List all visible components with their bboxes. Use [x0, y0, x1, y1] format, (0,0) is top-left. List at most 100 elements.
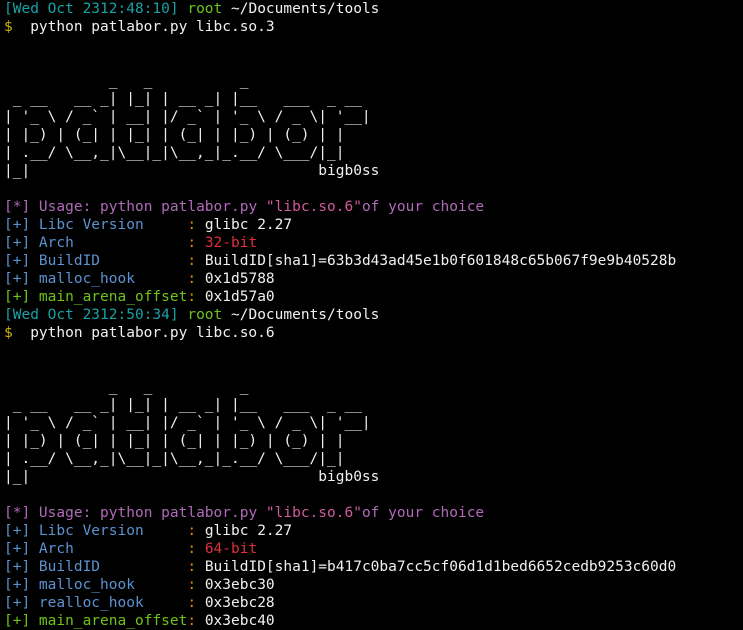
prompt-timestamp: [Wed Oct 2312:50:34]: [4, 307, 179, 323]
prompt-path: ~/Documents/tools: [231, 307, 380, 323]
prompt-sign: $: [4, 325, 13, 341]
ascii-banner-line: | '_ \ / _` | __| |/ _` | '_ \ / _ \| '_…: [4, 108, 739, 126]
info-line: [+] BuildID : BuildID[sha1]=63b3d43ad45e…: [4, 252, 739, 270]
info-line: [+] Libc Version : glibc 2.27: [4, 216, 739, 234]
info-value: BuildID[sha1]=63b3d43ad45e1b0f601848c65b…: [204, 253, 677, 269]
prompt-line: [Wed Oct 2312:48:10] root ~/Documents/to…: [4, 0, 739, 18]
info-value: 0x1d5788: [204, 271, 275, 287]
info-value: 0x3ebc30: [204, 577, 275, 593]
info-tag: [+]: [4, 253, 31, 269]
info-colon: :: [187, 577, 205, 593]
ascii-banner-line: |_| bigb0ss: [4, 162, 739, 180]
info-label: Arch: [30, 541, 188, 557]
info-line: [+] Arch : 32-bit: [4, 234, 739, 252]
banner-text: |_| bigb0ss: [4, 469, 380, 485]
usage-line: [*] Usage: python patlabor.py "libc.so.6…: [4, 504, 739, 522]
info-colon: :: [187, 559, 205, 575]
prompt-line: [Wed Oct 2312:50:34] root ~/Documents/to…: [4, 306, 739, 324]
info-colon: :: [187, 253, 205, 269]
banner-text: _ __ __ _| |_| | __ _| |__ ___ _ __: [4, 91, 362, 107]
banner-text: | '_ \ / _` | __| |/ _` | '_ \ / _ \| '_…: [4, 415, 371, 431]
info-colon: :: [187, 523, 205, 539]
info-value: BuildID[sha1]=b417c0ba7cc5cf06d1d1bed665…: [204, 559, 677, 575]
usage-tail: of your choice: [361, 199, 485, 215]
info-label: BuildID: [30, 253, 188, 269]
ascii-banner-line: | '_ \ / _` | __| |/ _` | '_ \ / _ \| '_…: [4, 414, 739, 432]
info-value: glibc 2.27: [204, 217, 293, 233]
info-label: realloc_hook: [30, 595, 188, 611]
arena-value: 0x1d57a0: [204, 289, 275, 305]
banner-text: |_| bigb0ss: [4, 163, 380, 179]
info-value: 32-bit: [204, 235, 258, 251]
usage-arg: "libc.so.6": [265, 199, 362, 215]
info-label: BuildID: [30, 559, 188, 575]
command-line: $ python patlabor.py libc.so.3: [4, 18, 739, 36]
info-tag: [+]: [4, 559, 31, 575]
arena-value: 0x3ebc40: [204, 613, 275, 629]
info-colon: :: [187, 595, 205, 611]
arena-tag: [+]: [4, 289, 31, 305]
banner-text: | |_) | (_| | |_| | (_| | |_) | (_) | |: [4, 127, 345, 143]
info-label: Arch: [30, 235, 188, 251]
arena-label: main_arena_offset: [30, 613, 188, 629]
terminal-window[interactable]: [Wed Oct 2312:48:10] root ~/Documents/to…: [0, 0, 743, 629]
prompt-user: root: [187, 1, 223, 17]
info-line: [+] realloc_hook : 0x3ebc28: [4, 594, 739, 612]
info-label: Libc Version: [30, 523, 188, 539]
info-value: 0x3ebc28: [204, 595, 275, 611]
info-tag: [+]: [4, 235, 31, 251]
banner-text: | .__/ \__,_|\__|_|\__,_|_.__/ \___/|_|: [4, 451, 345, 467]
usage-text: Usage: python patlabor.py: [30, 199, 266, 215]
arena-colon: :: [187, 289, 205, 305]
info-line: [+] Arch : 64-bit: [4, 540, 739, 558]
info-tag: [+]: [4, 595, 31, 611]
info-tag: [+]: [4, 217, 31, 233]
info-line: [+] malloc_hook : 0x3ebc30: [4, 576, 739, 594]
prompt-user: root: [187, 307, 223, 323]
banner-text: | '_ \ / _` | __| |/ _` | '_ \ / _ \| '_…: [4, 109, 371, 125]
usage-tag: [*]: [4, 199, 31, 215]
banner-text: _ _ _: [4, 379, 249, 395]
ascii-banner-line: | |_) | (_| | |_| | (_| | |_) | (_) | |: [4, 126, 739, 144]
info-line: [+] BuildID : BuildID[sha1]=b417c0ba7cc5…: [4, 558, 739, 576]
prompt-sign: $: [4, 19, 13, 35]
ascii-banner-line: _ __ __ _| |_| | __ _| |__ ___ _ __: [4, 90, 739, 108]
command-line: $ python patlabor.py libc.so.6: [4, 324, 739, 342]
info-colon: :: [187, 271, 205, 287]
banner-text: _ __ __ _| |_| | __ _| |__ ___ _ __: [4, 397, 362, 413]
arena-line: [+] main_arena_offset: 0x3ebc40: [4, 612, 739, 630]
info-colon: :: [187, 541, 205, 557]
info-colon: :: [187, 235, 205, 251]
info-colon: :: [187, 217, 205, 233]
arena-label: main_arena_offset: [30, 289, 188, 305]
banner-text: | .__/ \__,_|\__|_|\__,_|_.__/ \___/|_|: [4, 145, 345, 161]
banner-text: | |_) | (_| | |_| | (_| | |_) | (_) | |: [4, 433, 345, 449]
ascii-banner-line: _ _ _: [4, 378, 739, 396]
info-tag: [+]: [4, 541, 31, 557]
info-label: malloc_hook: [30, 271, 188, 287]
command-text: python patlabor.py libc.so.3: [12, 19, 275, 35]
usage-tag: [*]: [4, 505, 31, 521]
prompt-path: ~/Documents/tools: [231, 1, 380, 17]
usage-line: [*] Usage: python patlabor.py "libc.so.6…: [4, 198, 739, 216]
info-line: [+] malloc_hook : 0x1d5788: [4, 270, 739, 288]
info-tag: [+]: [4, 577, 31, 593]
info-label: malloc_hook: [30, 577, 188, 593]
banner-text: _ _ _: [4, 73, 249, 89]
ascii-banner-line: | .__/ \__,_|\__|_|\__,_|_.__/ \___/|_|: [4, 450, 739, 468]
prompt-timestamp: [Wed Oct 2312:48:10]: [4, 1, 179, 17]
usage-arg: "libc.so.6": [265, 505, 362, 521]
ascii-banner-line: | .__/ \__,_|\__|_|\__,_|_.__/ \___/|_|: [4, 144, 739, 162]
info-tag: [+]: [4, 523, 31, 539]
info-line: [+] Libc Version : glibc 2.27: [4, 522, 739, 540]
ascii-banner-line: | |_) | (_| | |_| | (_| | |_) | (_) | |: [4, 432, 739, 450]
arena-tag: [+]: [4, 613, 31, 629]
info-value: 64-bit: [204, 541, 258, 557]
info-tag: [+]: [4, 271, 31, 287]
command-text: python patlabor.py libc.so.6: [12, 325, 275, 341]
